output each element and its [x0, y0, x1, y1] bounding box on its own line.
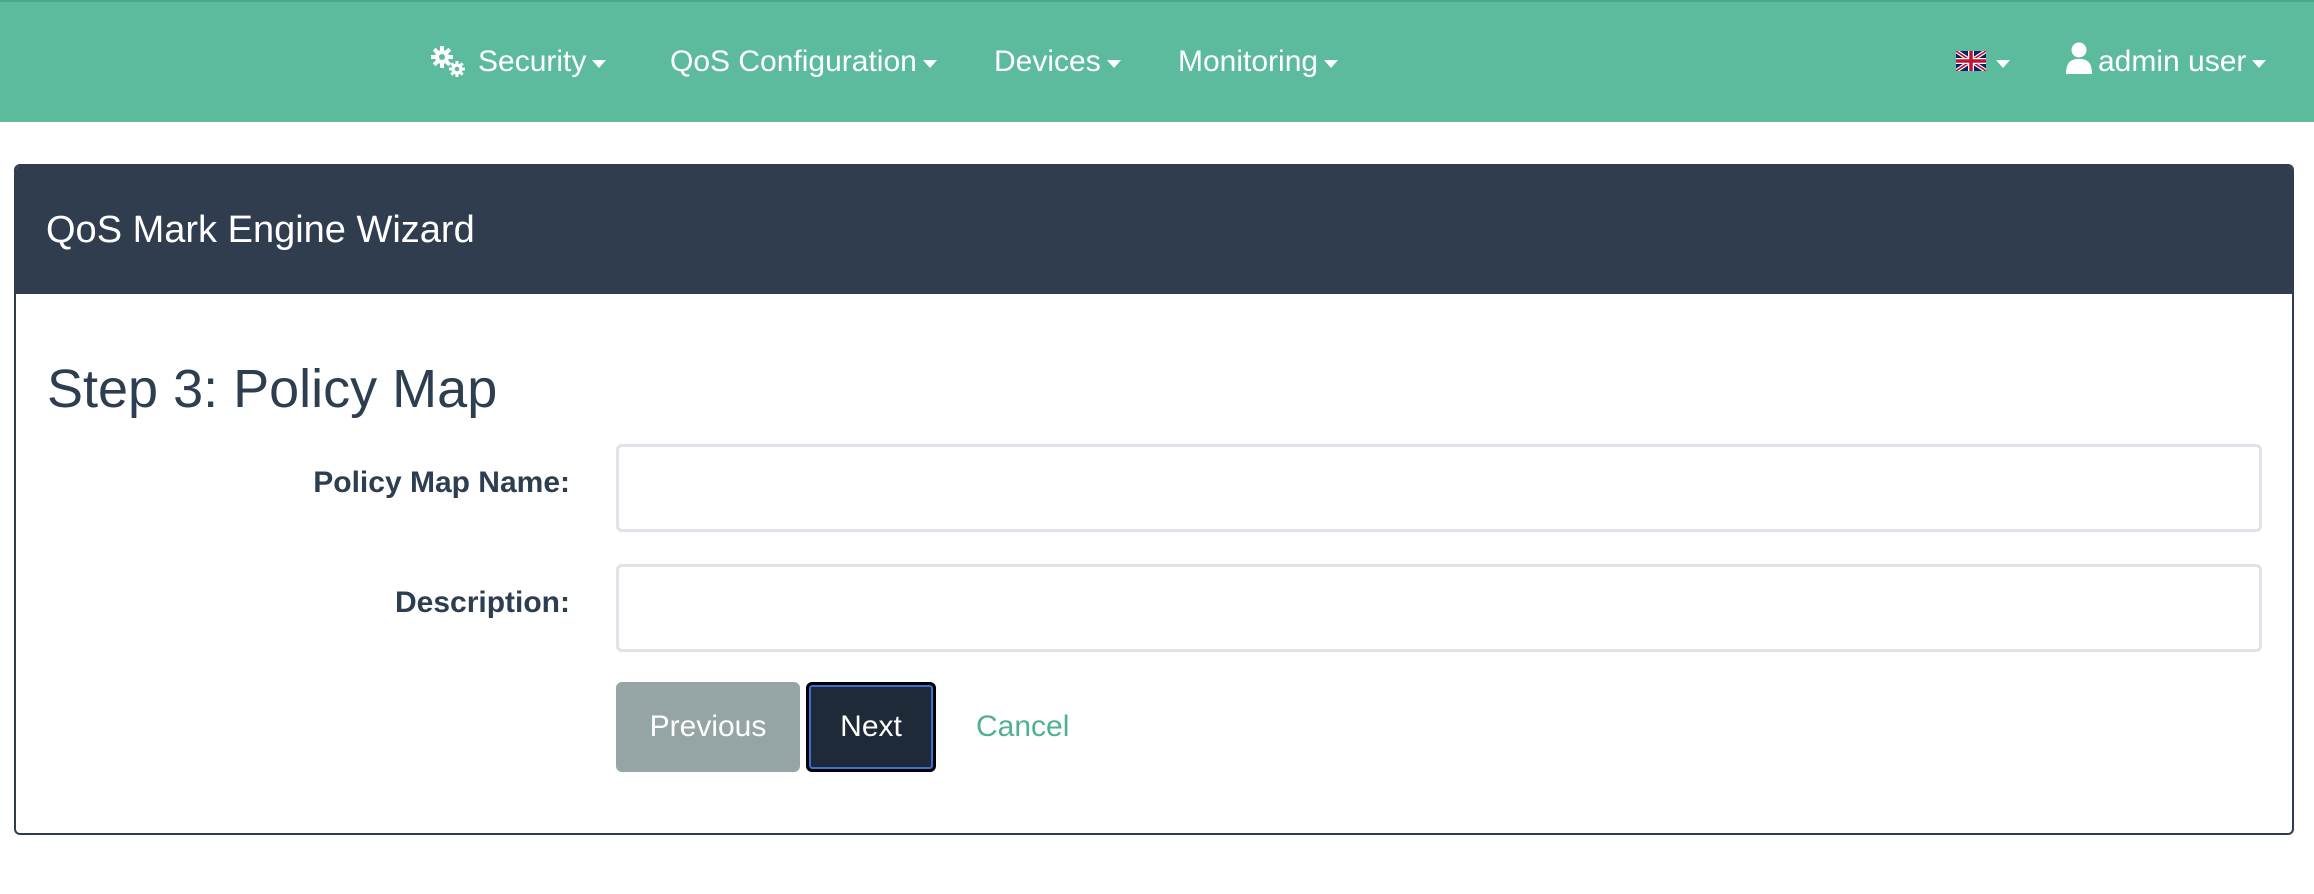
- description-label: Description:: [394, 586, 570, 619]
- policy-map-name-label: Policy Map Name:: [313, 466, 570, 499]
- nav-devices-label: Devices: [994, 45, 1101, 78]
- chevron-down-icon: [1996, 60, 2010, 68]
- wizard-panel: QoS Mark Engine Wizard Step 3: Policy Ma…: [14, 164, 2294, 835]
- previous-button[interactable]: Previous: [616, 682, 800, 772]
- nav-devices[interactable]: Devices: [994, 2, 1121, 122]
- nav-monitoring-label: Monitoring: [1178, 45, 1319, 78]
- top-navbar: Security QoS Configuration Devices Monit…: [0, 0, 2314, 122]
- chevron-down-icon: [922, 60, 937, 68]
- language-dropdown[interactable]: [1954, 2, 2010, 122]
- gears-icon: [430, 45, 468, 79]
- cancel-link[interactable]: Cancel: [976, 682, 1069, 772]
- nav-security-label: Security: [478, 45, 587, 78]
- chevron-down-icon: [1324, 60, 1339, 68]
- user-icon: [2066, 42, 2092, 82]
- uk-flag-icon: [1954, 45, 1988, 79]
- chevron-down-icon: [2252, 60, 2267, 68]
- policy-map-name-input[interactable]: [616, 444, 2262, 532]
- panel-header: QoS Mark Engine Wizard: [16, 166, 2292, 294]
- next-button[interactable]: Next: [806, 682, 936, 772]
- nav-security[interactable]: Security: [430, 2, 607, 122]
- nav-monitoring[interactable]: Monitoring: [1178, 2, 1339, 122]
- user-menu[interactable]: admin user: [2066, 2, 2267, 122]
- step-title: Step 3: Policy Map: [47, 359, 498, 419]
- panel-title: QoS Mark Engine Wizard: [46, 209, 475, 251]
- chevron-down-icon: [592, 60, 607, 68]
- user-name: admin user: [2098, 45, 2247, 78]
- nav-qos-configuration-label: QoS Configuration: [670, 45, 917, 78]
- nav-qos-configuration[interactable]: QoS Configuration: [670, 2, 937, 122]
- chevron-down-icon: [1106, 60, 1121, 68]
- description-input[interactable]: [616, 564, 2262, 652]
